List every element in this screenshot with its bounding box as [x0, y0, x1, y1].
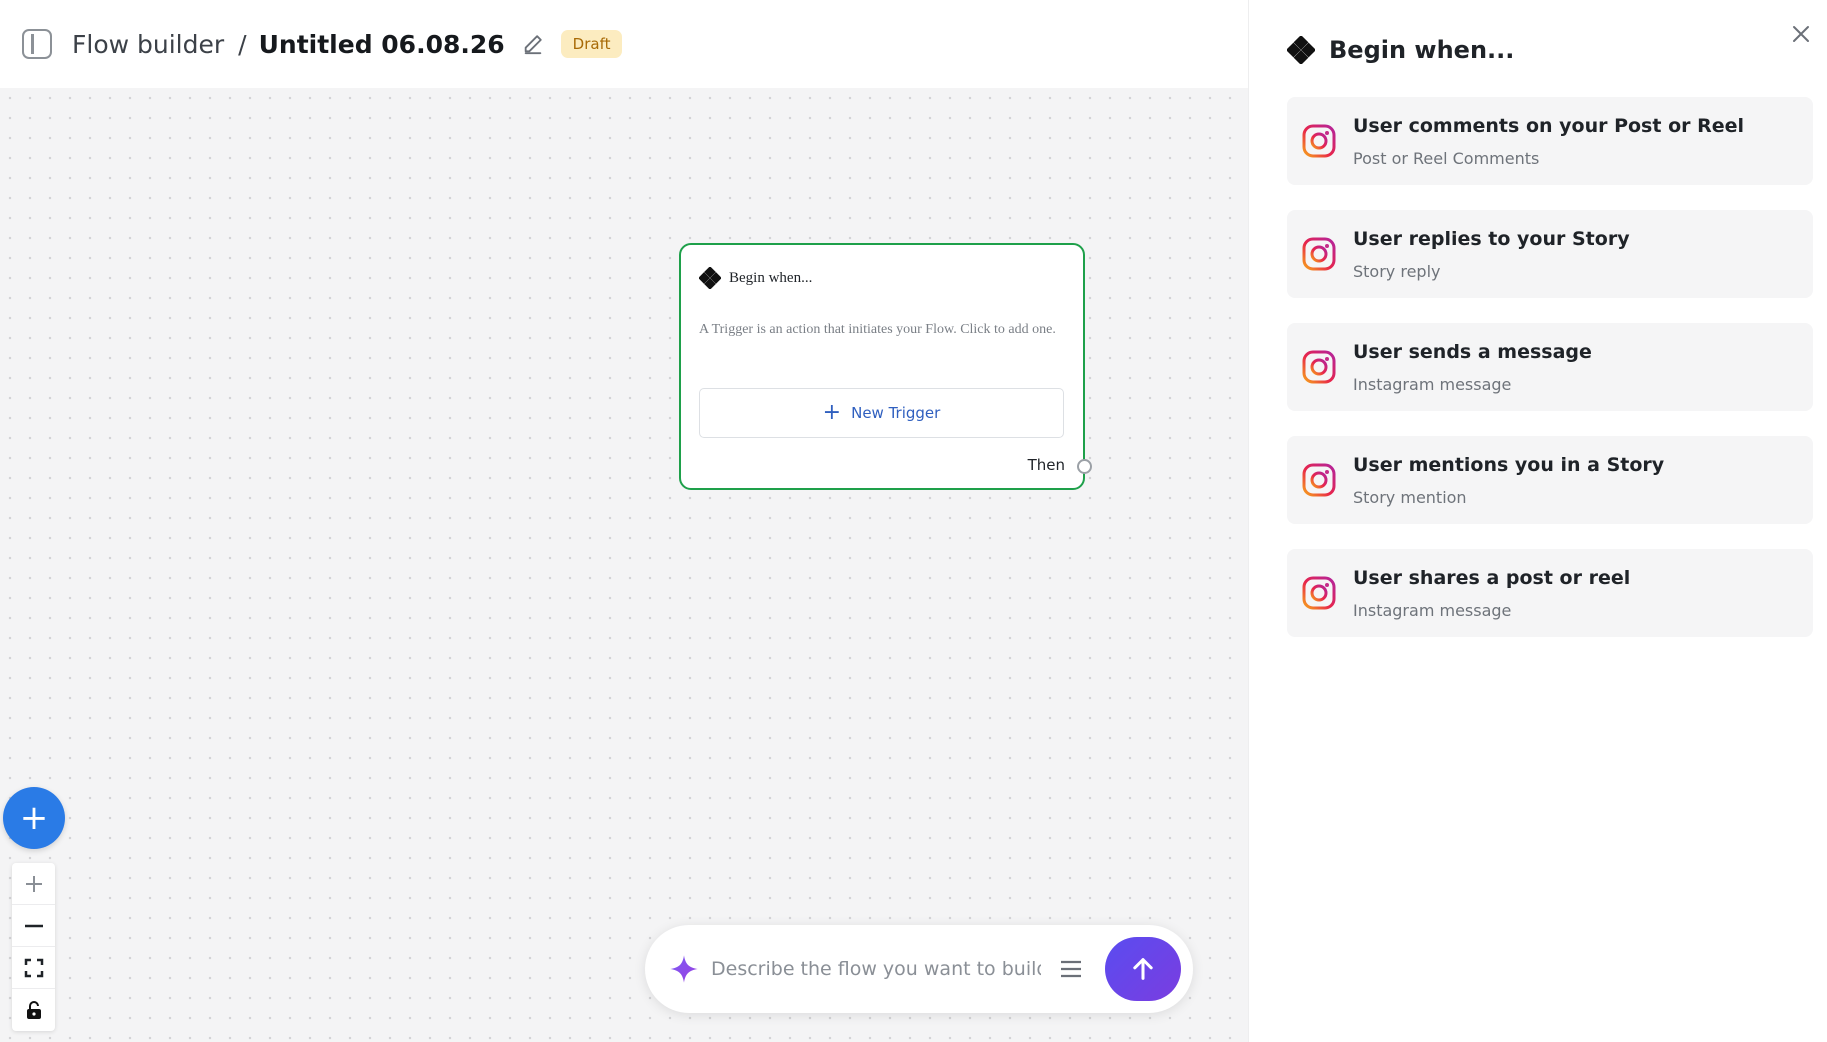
plus-icon: + — [822, 400, 842, 425]
plus-icon — [25, 875, 42, 892]
zoom-in-button[interactable] — [12, 863, 55, 905]
status-badge: Draft — [560, 30, 623, 58]
trigger-option-title: User shares a post or reel — [1353, 567, 1631, 589]
pencil-icon — [524, 35, 542, 55]
instagram-icon — [1301, 123, 1337, 163]
trigger-diamond-icon — [1287, 36, 1315, 64]
trigger-option-title: User comments on your Post or Reel — [1353, 115, 1745, 137]
trigger-option-story-mention[interactable]: User mentions you in a Story Story menti… — [1287, 436, 1813, 524]
zoom-controls — [12, 863, 55, 1031]
trigger-option-subtitle: Instagram message — [1353, 601, 1512, 620]
flow-prompt-input[interactable] — [711, 958, 1041, 980]
lock-icon — [26, 1001, 41, 1019]
trigger-option-subtitle: Story reply — [1353, 262, 1441, 281]
flow-title: Untitled 06.08.26 — [258, 29, 505, 59]
lock-canvas-button[interactable] — [12, 989, 55, 1031]
trigger-option-post-comments[interactable]: User comments on your Post or Reel Post … — [1287, 97, 1813, 185]
trigger-picker-panel: Begin when... User comments on your Post… — [1248, 0, 1827, 1042]
trigger-option-subtitle: Story mention — [1353, 488, 1467, 507]
trigger-option-title: User replies to your Story — [1353, 228, 1630, 250]
prompt-menu-button[interactable] — [1057, 955, 1085, 983]
trigger-diamond-icon — [699, 267, 721, 289]
send-prompt-button[interactable] — [1105, 937, 1181, 1001]
then-connector-handle[interactable] — [1077, 459, 1092, 474]
top-bar: Flow builder / Untitled 06.08.26 Draft — [0, 0, 1248, 88]
trigger-list: User comments on your Post or Reel Post … — [1287, 97, 1813, 662]
breadcrumb-separator: / — [238, 29, 247, 59]
trigger-option-message[interactable]: User sends a message Instagram message — [1287, 323, 1813, 411]
trigger-option-title: User sends a message — [1353, 341, 1592, 363]
flow-builder-app: Flow builder / Untitled 06.08.26 Draft B… — [0, 0, 1827, 1042]
trigger-option-subtitle: Instagram message — [1353, 375, 1512, 394]
trigger-node-header: Begin when... — [699, 267, 812, 289]
instagram-icon — [1301, 349, 1337, 389]
trigger-node[interactable]: Begin when... A Trigger is an action tha… — [679, 243, 1092, 490]
panel-title: Begin when... — [1329, 36, 1515, 64]
trigger-option-subtitle: Post or Reel Comments — [1353, 149, 1540, 168]
trigger-node-description: A Trigger is an action that initiates yo… — [699, 322, 1056, 337]
new-trigger-button[interactable]: + New Trigger — [699, 388, 1064, 438]
fit-view-icon — [24, 958, 43, 977]
instagram-icon — [1301, 575, 1337, 615]
arrow-up-icon — [1133, 958, 1153, 980]
then-label: Then — [1027, 456, 1065, 474]
hamburger-icon — [1061, 960, 1081, 978]
edit-title-button[interactable] — [519, 30, 547, 58]
sparkle-icon — [670, 955, 698, 983]
trigger-option-share-post[interactable]: User shares a post or reel Instagram mes… — [1287, 549, 1813, 637]
trigger-option-story-reply[interactable]: User replies to your Story Story reply — [1287, 210, 1813, 298]
sidebar-toggle-icon[interactable] — [22, 29, 52, 59]
new-trigger-label: New Trigger — [851, 404, 941, 422]
plus-icon: + — [19, 798, 49, 838]
trigger-option-title: User mentions you in a Story — [1353, 454, 1665, 476]
instagram-icon — [1301, 462, 1337, 502]
trigger-node-title: Begin when... — [729, 269, 813, 286]
minus-icon — [24, 924, 43, 927]
flow-canvas[interactable]: Begin when... A Trigger is an action tha… — [0, 88, 1248, 1042]
panel-header: Begin when... — [1287, 36, 1514, 64]
close-panel-button[interactable] — [1787, 20, 1815, 48]
instagram-icon — [1301, 236, 1337, 276]
fit-view-button[interactable] — [12, 947, 55, 989]
zoom-out-button[interactable] — [12, 905, 55, 947]
breadcrumb-root[interactable]: Flow builder — [72, 30, 224, 59]
close-icon — [1793, 26, 1809, 42]
add-node-button[interactable]: + — [3, 787, 65, 849]
ai-prompt-bar — [645, 925, 1193, 1013]
